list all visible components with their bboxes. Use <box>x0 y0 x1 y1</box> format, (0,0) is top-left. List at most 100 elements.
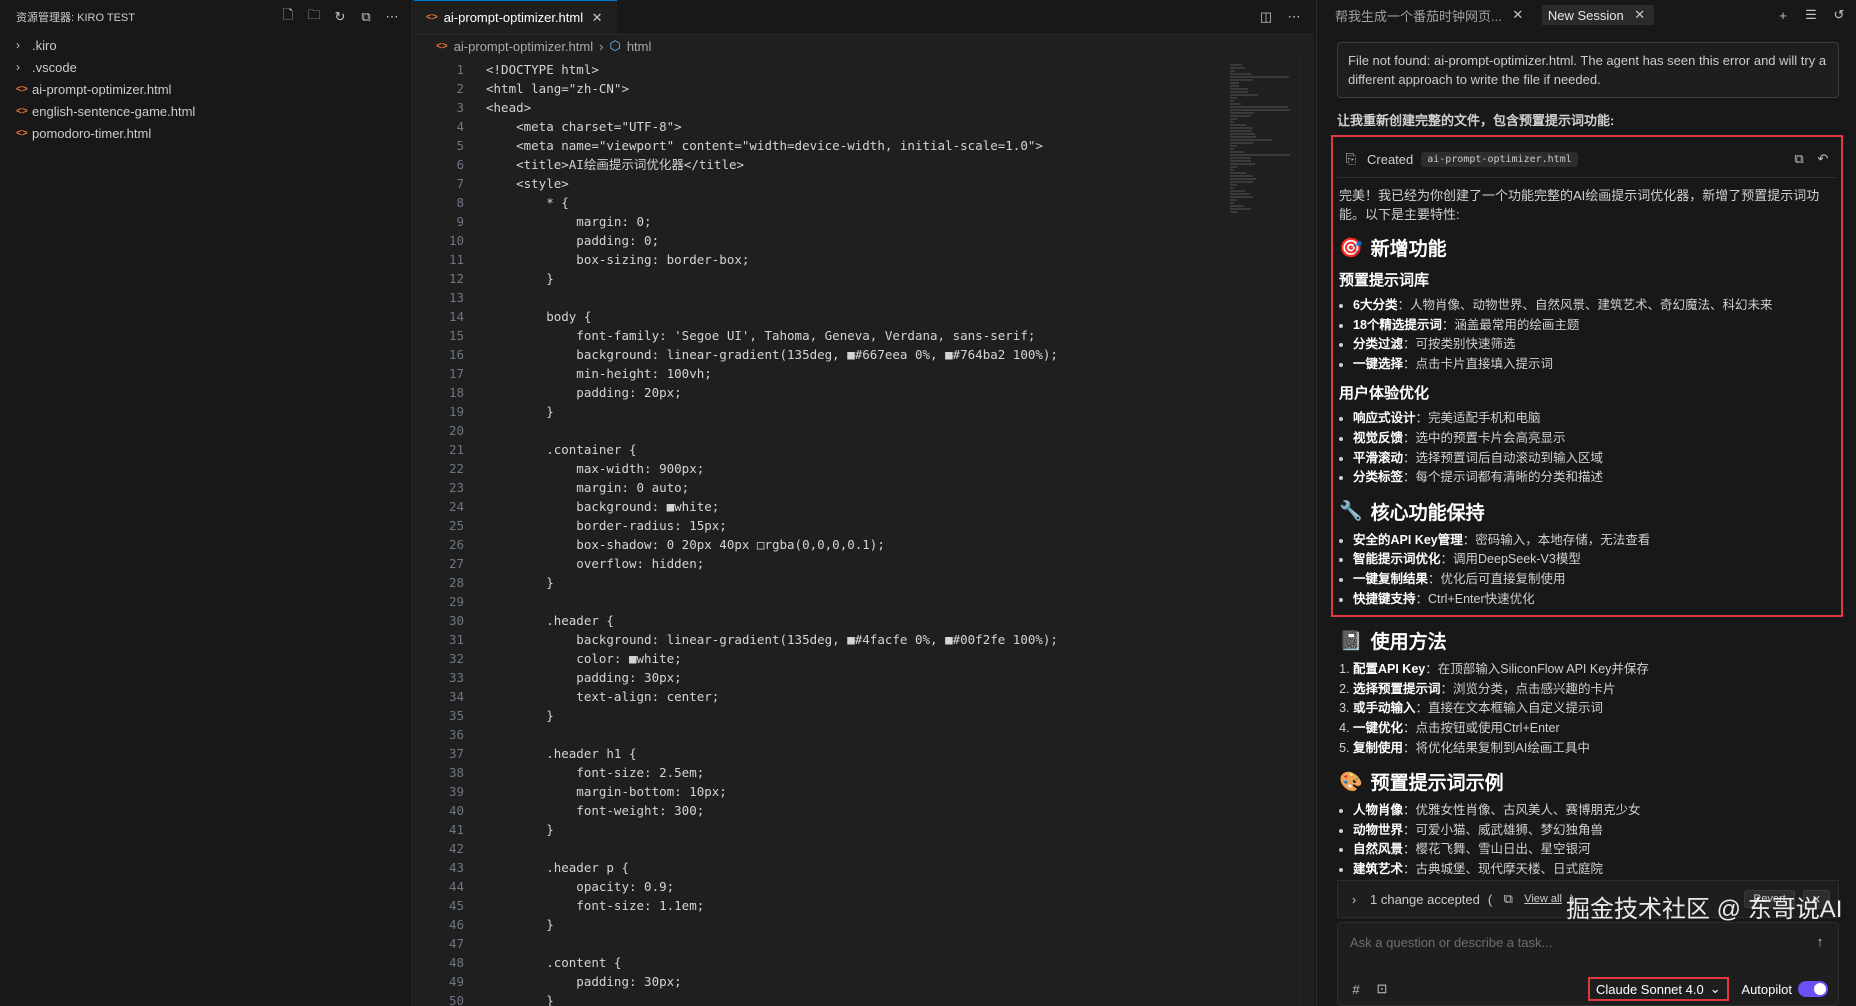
close-icon[interactable]: ✕ <box>1510 7 1526 23</box>
code-line[interactable]: 41 } <box>414 820 1314 839</box>
list-item-value: ：直接在文本框输入自定义提示词 <box>1415 701 1604 716</box>
code-line[interactable]: 42 <box>414 839 1314 858</box>
code-line[interactable]: 11 box-sizing: border-box; <box>414 250 1314 269</box>
html-file-icon: <> <box>426 12 438 23</box>
close-icon[interactable]: ✕ <box>589 10 605 26</box>
chevron-right-icon[interactable]: › <box>1346 891 1362 907</box>
close-icon[interactable]: ✕ <box>1632 7 1648 23</box>
history-list-icon[interactable]: ☰ <box>1803 7 1819 23</box>
tree-item-english-sentence-game[interactable]: <> english-sentence-game.html <box>0 100 412 122</box>
code-line[interactable]: 10 padding: 0; <box>414 231 1314 250</box>
code-line[interactable]: 22 max-width: 900px; <box>414 459 1314 478</box>
code-line[interactable]: 50 } <box>414 991 1314 1006</box>
view-all-link[interactable]: View all <box>1524 893 1562 905</box>
autopilot-toggle[interactable] <box>1798 981 1828 997</box>
code-line[interactable]: 32 color: ■white; <box>414 649 1314 668</box>
model-selector[interactable]: Claude Sonnet 4.0 ⌄ <box>1588 977 1729 1001</box>
code-line[interactable]: 38 font-size: 2.5em; <box>414 763 1314 782</box>
editor-tab[interactable]: <> ai-prompt-optimizer.html ✕ <box>414 0 618 34</box>
code-line[interactable]: 20 <box>414 421 1314 440</box>
code-line[interactable]: 9 margin: 0; <box>414 212 1314 231</box>
code-line[interactable]: 25 border-radius: 15px; <box>414 516 1314 535</box>
autopilot-toggle-row[interactable]: Autopilot <box>1741 981 1828 997</box>
clock-icon[interactable]: ↺ <box>1831 7 1847 23</box>
open-diff-icon[interactable]: ⧉ <box>1791 151 1807 167</box>
image-icon[interactable]: ⊡ <box>1374 981 1390 997</box>
code-line[interactable]: 29 <box>414 592 1314 611</box>
code-area[interactable]: 1 <!DOCTYPE html> 2 <html lang="zh-CN"> 3 <he… <box>414 60 1314 1006</box>
breadcrumb-element[interactable]: html <box>627 39 652 54</box>
tree-item-kiro[interactable]: › .kiro <box>0 34 412 56</box>
code-line[interactable]: 16 background: linear-gradient(135deg, ■… <box>414 345 1314 364</box>
refresh-icon[interactable]: ↻ <box>332 9 348 25</box>
code-line[interactable]: 37 .header h1 { <box>414 744 1314 763</box>
code-line[interactable]: 8 * { <box>414 193 1314 212</box>
collapse-all-icon[interactable]: ⧉ <box>358 9 374 25</box>
hash-icon[interactable]: # <box>1348 981 1364 997</box>
split-editor-icon[interactable]: ◫ <box>1258 9 1274 25</box>
list-item: 分类过滤：可按类别快速筛选 <box>1353 335 1837 355</box>
line-number: 12 <box>448 271 464 286</box>
code-line[interactable]: 7 <style> <box>414 174 1314 193</box>
tree-item-ai-prompt-optimizer[interactable]: <> ai-prompt-optimizer.html <box>0 78 412 100</box>
code-line[interactable]: 49 padding: 30px; <box>414 972 1314 991</box>
list-item: 建筑艺术：古典城堡、现代摩天楼、日式庭院 <box>1353 860 1839 880</box>
code-line[interactable]: 4 <meta charset="UTF-8"> <box>414 117 1314 136</box>
code-line[interactable]: 12 } <box>414 269 1314 288</box>
code-line[interactable]: 15 font-family: 'Segoe UI', Tahoma, Gene… <box>414 326 1314 345</box>
code-line[interactable]: 1 <!DOCTYPE html> <box>414 60 1314 79</box>
code-line[interactable]: 13 <box>414 288 1314 307</box>
code-line[interactable]: 48 .content { <box>414 953 1314 972</box>
code-line[interactable]: 33 padding: 30px; <box>414 668 1314 687</box>
code-line[interactable]: 30 .header { <box>414 611 1314 630</box>
code-line[interactable]: 34 text-align: center; <box>414 687 1314 706</box>
line-number: 43 <box>448 860 464 875</box>
undo-icon[interactable]: ↶ <box>1815 151 1831 167</box>
code-line[interactable]: 24 background: ■white; <box>414 497 1314 516</box>
tree-item-pomodoro-timer[interactable]: <> pomodoro-timer.html <box>0 122 412 144</box>
minimap[interactable] <box>1224 60 1298 1006</box>
code-line[interactable]: 3 <head> <box>414 98 1314 117</box>
code-line[interactable]: 2 <html lang="zh-CN"> <box>414 79 1314 98</box>
minimap-line <box>1230 190 1246 192</box>
code-line[interactable]: 43 .header p { <box>414 858 1314 877</box>
chat-tab-pomodoro[interactable]: 帮我生成一个番茄时钟网页... ✕ <box>1329 4 1532 27</box>
list-item: 平滑滚动：选择预置词后自动滚动到输入区域 <box>1353 449 1837 469</box>
code-line[interactable]: 40 font-weight: 300; <box>414 801 1314 820</box>
code-line[interactable]: 27 overflow: hidden; <box>414 554 1314 573</box>
code-line[interactable]: 39 margin-bottom: 10px; <box>414 782 1314 801</box>
code-line[interactable]: 45 font-size: 1.1em; <box>414 896 1314 915</box>
code-line[interactable]: 23 margin: 0 auto; <box>414 478 1314 497</box>
code-line[interactable]: 14 body { <box>414 307 1314 326</box>
code-line[interactable]: 18 padding: 20px; <box>414 383 1314 402</box>
line-number: 8 <box>456 195 464 210</box>
code-line[interactable]: 19 } <box>414 402 1314 421</box>
editor-scrollbar[interactable] <box>1299 60 1314 1006</box>
code-line[interactable]: 35 } <box>414 706 1314 725</box>
breadcrumb-file[interactable]: ai-prompt-optimizer.html <box>454 39 593 54</box>
code-line[interactable]: 28 } <box>414 573 1314 592</box>
line-content: min-height: 100vh; <box>486 366 712 381</box>
code-line[interactable]: 26 box-shadow: 0 20px 40px □rgba(0,0,0,0… <box>414 535 1314 554</box>
code-line[interactable]: 21 .container { <box>414 440 1314 459</box>
tree-item-vscode[interactable]: › .vscode <box>0 56 412 78</box>
chat-input-box[interactable]: Ask a question or describe a task... ↑ 掘… <box>1337 896 1842 1006</box>
code-line[interactable]: 17 min-height: 100vh; <box>414 364 1314 383</box>
more-icon[interactable]: ⋯ <box>1286 9 1302 25</box>
created-file-chip[interactable]: ai-prompt-optimizer.html <box>1421 151 1578 167</box>
code-line[interactable]: 36 <box>414 725 1314 744</box>
more-icon[interactable]: ⋯ <box>384 9 400 25</box>
chat-tab-new-session[interactable]: New Session ✕ <box>1541 5 1654 25</box>
new-file-icon[interactable]: 🗋 <box>280 7 296 25</box>
code-line[interactable]: 31 background: linear-gradient(135deg, ■… <box>414 630 1314 649</box>
code-line[interactable]: 44 opacity: 0.9; <box>414 877 1314 896</box>
new-folder-icon[interactable]: 🗀 <box>306 7 322 25</box>
plus-icon[interactable]: + <box>1775 7 1791 23</box>
chat-input[interactable]: Ask a question or describe a task... <box>1350 935 1552 950</box>
send-icon[interactable]: ↑ <box>1812 933 1828 949</box>
code-line[interactable]: 6 <title>AI绘画提示词优化器</title> <box>414 155 1314 174</box>
minimap-line <box>1230 187 1234 189</box>
code-line[interactable]: 46 } <box>414 915 1314 934</box>
code-line[interactable]: 47 <box>414 934 1314 953</box>
code-line[interactable]: 5 <meta name="viewport" content="width=d… <box>414 136 1314 155</box>
